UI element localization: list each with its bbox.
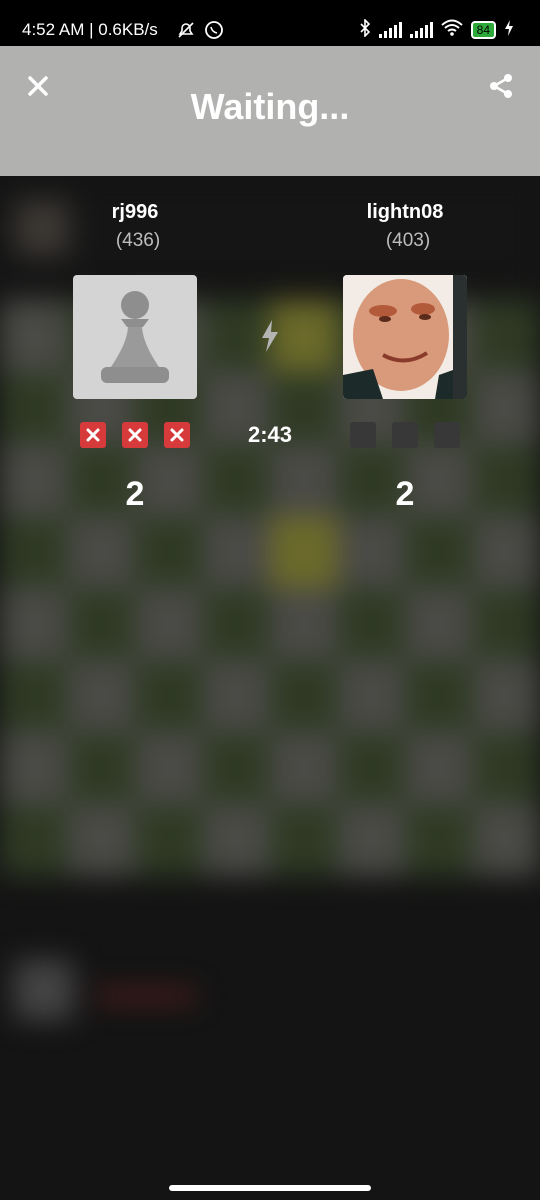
- lightning-bolt-icon: [260, 320, 280, 352]
- status-bar: 4:52 AM | 0.6KB/s 84: [0, 0, 540, 46]
- right-player-score: 2: [395, 475, 415, 513]
- left-player-score: 2: [125, 475, 145, 513]
- alarm-off-icon: [176, 20, 196, 45]
- signal-icon: [378, 22, 402, 38]
- wifi-icon: [440, 19, 463, 41]
- bluetooth-icon: [359, 18, 371, 41]
- match-clock: 2:43: [247, 422, 293, 447]
- charging-icon: [504, 20, 514, 40]
- empty-mark: [434, 422, 460, 448]
- home-indicator[interactable]: [169, 1185, 371, 1191]
- loss-mark: [122, 422, 148, 448]
- background-bottom-avatar: [14, 960, 74, 1020]
- left-player-rating: (436): [115, 230, 161, 251]
- header-bar: Waiting...: [0, 46, 540, 176]
- battery-icon: 84: [470, 21, 496, 39]
- screen: 4:52 AM | 0.6KB/s 84 Waiting... rj996 (4…: [0, 0, 540, 1200]
- left-player-result-marks: [80, 422, 190, 448]
- right-player-avatar[interactable]: [343, 275, 467, 399]
- share-icon[interactable]: [486, 72, 516, 102]
- left-player-avatar[interactable]: [73, 275, 197, 399]
- empty-mark: [350, 422, 376, 448]
- loss-mark: [164, 422, 190, 448]
- page-title: Waiting...: [190, 86, 350, 127]
- loss-mark: [80, 422, 106, 448]
- profile-photo: [343, 275, 467, 399]
- whatsapp-icon: [204, 20, 224, 45]
- signal-icon-2: [409, 22, 433, 38]
- empty-mark: [392, 422, 418, 448]
- left-player-name: rj996: [111, 201, 159, 223]
- right-player-name: lightn08: [366, 201, 444, 223]
- blurred-background: [0, 0, 540, 1200]
- right-player-result-marks: [350, 422, 460, 448]
- background-bottom-bar: [96, 990, 196, 1002]
- status-time: 4:52 AM | 0.6KB/s: [22, 20, 158, 39]
- right-player-rating: (403): [385, 230, 431, 251]
- pawn-icon: [101, 291, 169, 383]
